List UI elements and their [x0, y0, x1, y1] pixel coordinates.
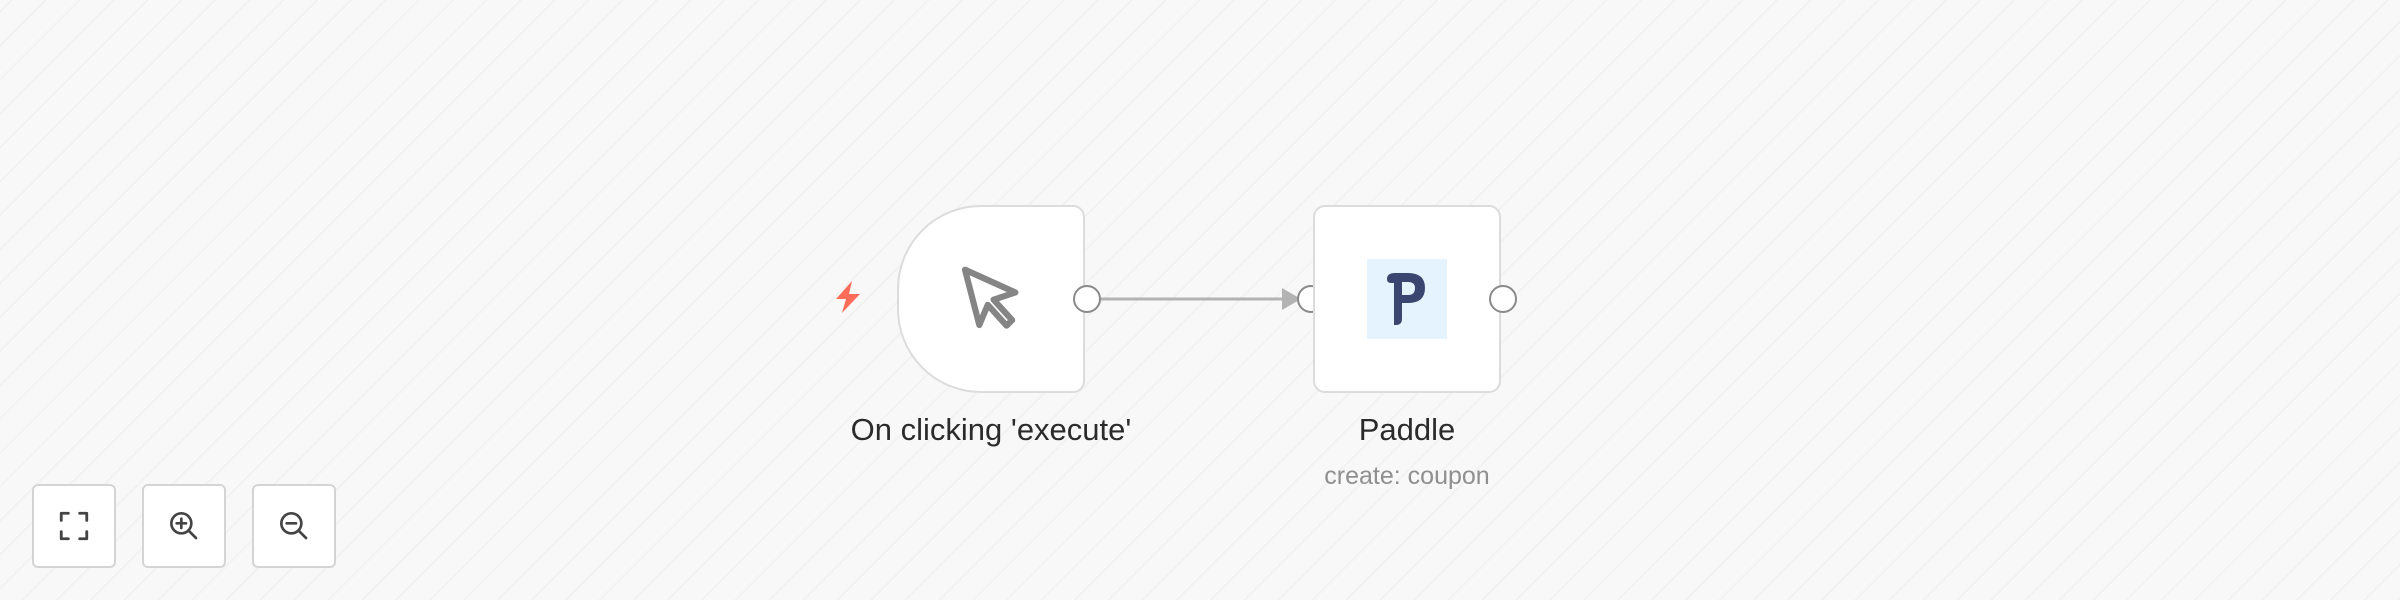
lightning-bolt-icon [836, 281, 860, 313]
canvas-controls [32, 484, 336, 568]
node-connection[interactable] [0, 0, 2400, 600]
workflow-canvas[interactable]: On clicking 'execute' Paddle create: cou… [0, 0, 2400, 600]
output-handle[interactable] [1489, 285, 1517, 313]
fit-view-button[interactable] [32, 484, 116, 568]
zoom-out-button[interactable] [252, 484, 336, 568]
zoom-in-icon [170, 512, 198, 540]
paddle-letter-mark [1387, 273, 1425, 325]
output-handle[interactable] [1073, 285, 1101, 313]
node-label-paddle: Paddle [1358, 412, 1456, 447]
node-manual-trigger[interactable] [897, 205, 1085, 393]
zoom-out-icon [280, 512, 308, 540]
mouse-pointer-icon [961, 266, 1019, 329]
zoom-in-button[interactable] [142, 484, 226, 568]
node-paddle[interactable] [1313, 205, 1501, 393]
paddle-logo-icon [1367, 259, 1447, 339]
node-sublabel-paddle: create: coupon [1324, 462, 1490, 490]
fullscreen-icon [59, 511, 89, 541]
node-label-manual-trigger: On clicking 'execute' [850, 412, 1132, 447]
